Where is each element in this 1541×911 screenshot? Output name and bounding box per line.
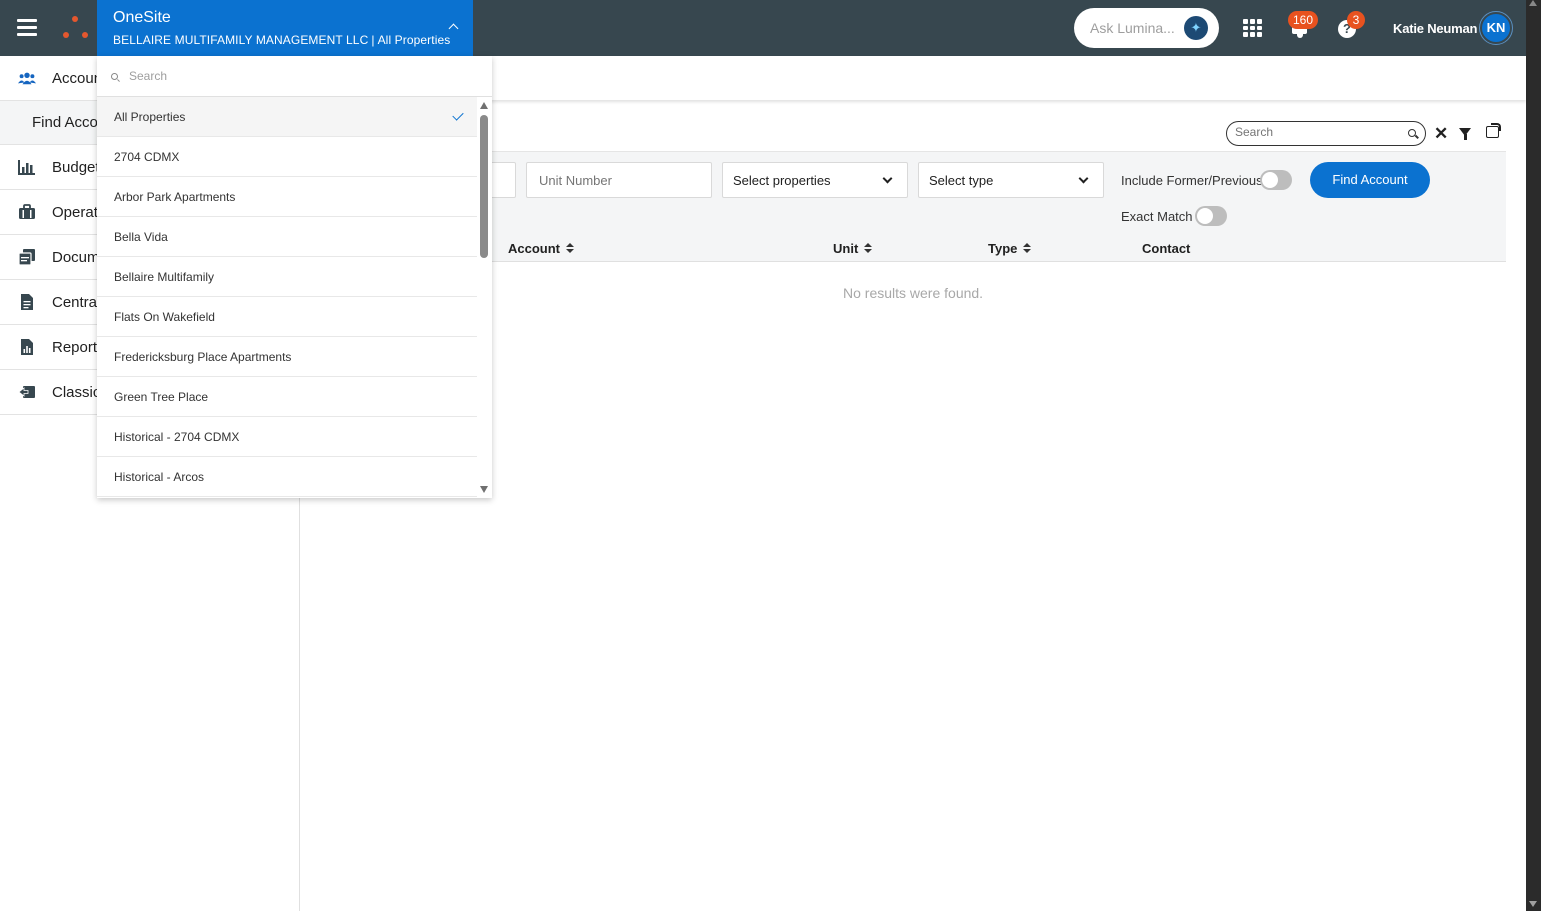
scroll-down-arrow-icon[interactable] xyxy=(480,486,488,493)
window-scrollbar[interactable] xyxy=(1526,0,1541,911)
type-select[interactable]: Select type xyxy=(918,162,1104,198)
app-name: OneSite xyxy=(113,9,171,26)
include-former-label: Include Former/Previous xyxy=(1121,173,1263,188)
list-item-label: Flats On Wakefield xyxy=(114,310,215,324)
list-item-label: Arbor Park Apartments xyxy=(114,190,236,204)
list-item-label: Fredericksburg Place Apartments xyxy=(114,350,292,364)
list-item[interactable]: Flats On Wakefield xyxy=(97,297,477,337)
export-icon[interactable] xyxy=(1486,123,1501,138)
table-divider xyxy=(490,261,1506,262)
chevron-up-icon xyxy=(448,23,459,34)
exact-match-toggle[interactable] xyxy=(1195,206,1227,226)
people-icon xyxy=(18,72,36,85)
exact-match-label: Exact Match xyxy=(1121,209,1193,224)
property-dropdown: All Properties 2704 CDMX Arbor Park Apar… xyxy=(97,56,492,498)
dropdown-search-input[interactable] xyxy=(129,69,429,83)
sort-icon[interactable] xyxy=(864,243,873,254)
type-select-value: Select type xyxy=(929,173,994,188)
report-icon xyxy=(21,339,33,355)
grid-search-input[interactable] xyxy=(1235,125,1395,139)
column-header-type[interactable]: Type xyxy=(988,241,1032,256)
chevron-down-icon xyxy=(882,173,893,184)
lumina-placeholder: Ask Lumina... xyxy=(1090,20,1175,36)
bar-chart-icon xyxy=(18,160,35,175)
company-name: BELLAIRE MULTIFAMILY MANAGEMENT LLC xyxy=(113,33,369,47)
list-item[interactable]: Historical - 2704 CDMX xyxy=(97,417,477,457)
help-count-badge: 3 xyxy=(1347,11,1365,29)
sort-icon[interactable] xyxy=(566,243,574,254)
column-header-label: Account xyxy=(508,241,560,256)
documents-icon xyxy=(18,249,35,265)
column-header-account[interactable]: Account xyxy=(508,241,574,256)
ask-lumina-input[interactable]: Ask Lumina... ✦ xyxy=(1074,8,1219,48)
column-header-unit[interactable]: Unit xyxy=(833,241,873,256)
classic-icon xyxy=(18,386,35,398)
find-account-button[interactable]: Find Account xyxy=(1310,162,1430,198)
top-bar: OneSite BELLAIRE MULTIFAMILY MANAGEMENT … xyxy=(0,0,1526,56)
sidebar-item-label: Central xyxy=(52,294,101,311)
clear-icon[interactable]: ✕ xyxy=(1434,124,1448,144)
search-icon[interactable] xyxy=(1408,129,1416,137)
column-header-contact: Contact xyxy=(1142,241,1190,256)
scroll-up-arrow-icon[interactable] xyxy=(480,102,488,109)
empty-message: No results were found. xyxy=(843,285,984,301)
filter-icon[interactable] xyxy=(1459,128,1471,140)
sort-icon[interactable] xyxy=(1023,243,1032,254)
list-item[interactable]: Bellaire Multifamily xyxy=(97,257,477,297)
user-name[interactable]: Katie Neuman xyxy=(1393,21,1477,36)
list-item-label: Historical - 2704 CDMX xyxy=(114,430,240,444)
column-header-label: Type xyxy=(988,241,1018,256)
column-header-label: Contact xyxy=(1142,241,1191,256)
sparkle-icon[interactable]: ✦ xyxy=(1184,16,1208,40)
dropdown-search[interactable] xyxy=(97,56,492,97)
chevron-down-icon xyxy=(1078,173,1089,184)
list-item[interactable]: Bella Vida xyxy=(97,217,477,257)
avatar[interactable]: KN xyxy=(1479,11,1513,45)
scroll-up-arrow-icon[interactable] xyxy=(1529,0,1537,6)
list-item[interactable]: Green Tree Place xyxy=(97,377,477,417)
file-icon xyxy=(21,294,33,310)
scope-name: All Properties xyxy=(377,33,451,47)
list-item[interactable]: Fredericksburg Place Apartments xyxy=(97,337,477,377)
unit-number-input[interactable] xyxy=(539,173,699,188)
list-item-label: All Properties xyxy=(114,110,186,124)
properties-select[interactable]: Select properties xyxy=(722,162,908,198)
app-grid-icon[interactable] xyxy=(1243,19,1263,37)
search-icon xyxy=(111,73,118,80)
list-item-label: Bella Vida xyxy=(114,230,168,244)
properties-select-value: Select properties xyxy=(733,173,831,188)
scroll-down-arrow-icon[interactable] xyxy=(1529,901,1537,907)
list-item-label: Green Tree Place xyxy=(114,390,209,404)
list-item[interactable]: Historical - Arcos xyxy=(97,457,477,497)
hamburger-menu-icon[interactable] xyxy=(17,19,37,37)
list-item[interactable]: Arbor Park Apartments xyxy=(97,177,477,217)
notification-count-badge: 160 xyxy=(1288,11,1319,29)
property-scope: BELLAIRE MULTIFAMILY MANAGEMENT LLC | All … xyxy=(113,33,450,47)
sidebar-item-label: Budget xyxy=(52,159,100,176)
include-former-toggle[interactable] xyxy=(1260,170,1292,190)
list-item-label: Historical - Arcos xyxy=(114,470,205,484)
property-switcher[interactable]: OneSite BELLAIRE MULTIFAMILY MANAGEMENT … xyxy=(97,0,473,56)
list-item-label: 2704 CDMX xyxy=(114,150,180,164)
list-item[interactable]: All Properties xyxy=(97,97,477,137)
grid-search-field[interactable] xyxy=(1226,121,1426,146)
account-search-field[interactable] xyxy=(490,162,516,198)
list-item-label: Bellaire Multifamily xyxy=(114,270,215,284)
realpage-logo-icon[interactable] xyxy=(60,14,90,42)
dropdown-scrollbar[interactable] xyxy=(477,97,492,498)
scrollbar-thumb[interactable] xyxy=(480,115,488,258)
scope-separator: | xyxy=(371,33,375,47)
sidebar-item-label: Classic xyxy=(52,384,101,401)
column-header-label: Unit xyxy=(833,241,859,256)
property-list: All Properties 2704 CDMX Arbor Park Apar… xyxy=(97,97,477,497)
checkmark-icon xyxy=(452,109,464,121)
unit-number-field[interactable] xyxy=(526,162,712,198)
list-item[interactable]: 2704 CDMX xyxy=(97,137,477,177)
briefcase-icon xyxy=(19,204,35,219)
